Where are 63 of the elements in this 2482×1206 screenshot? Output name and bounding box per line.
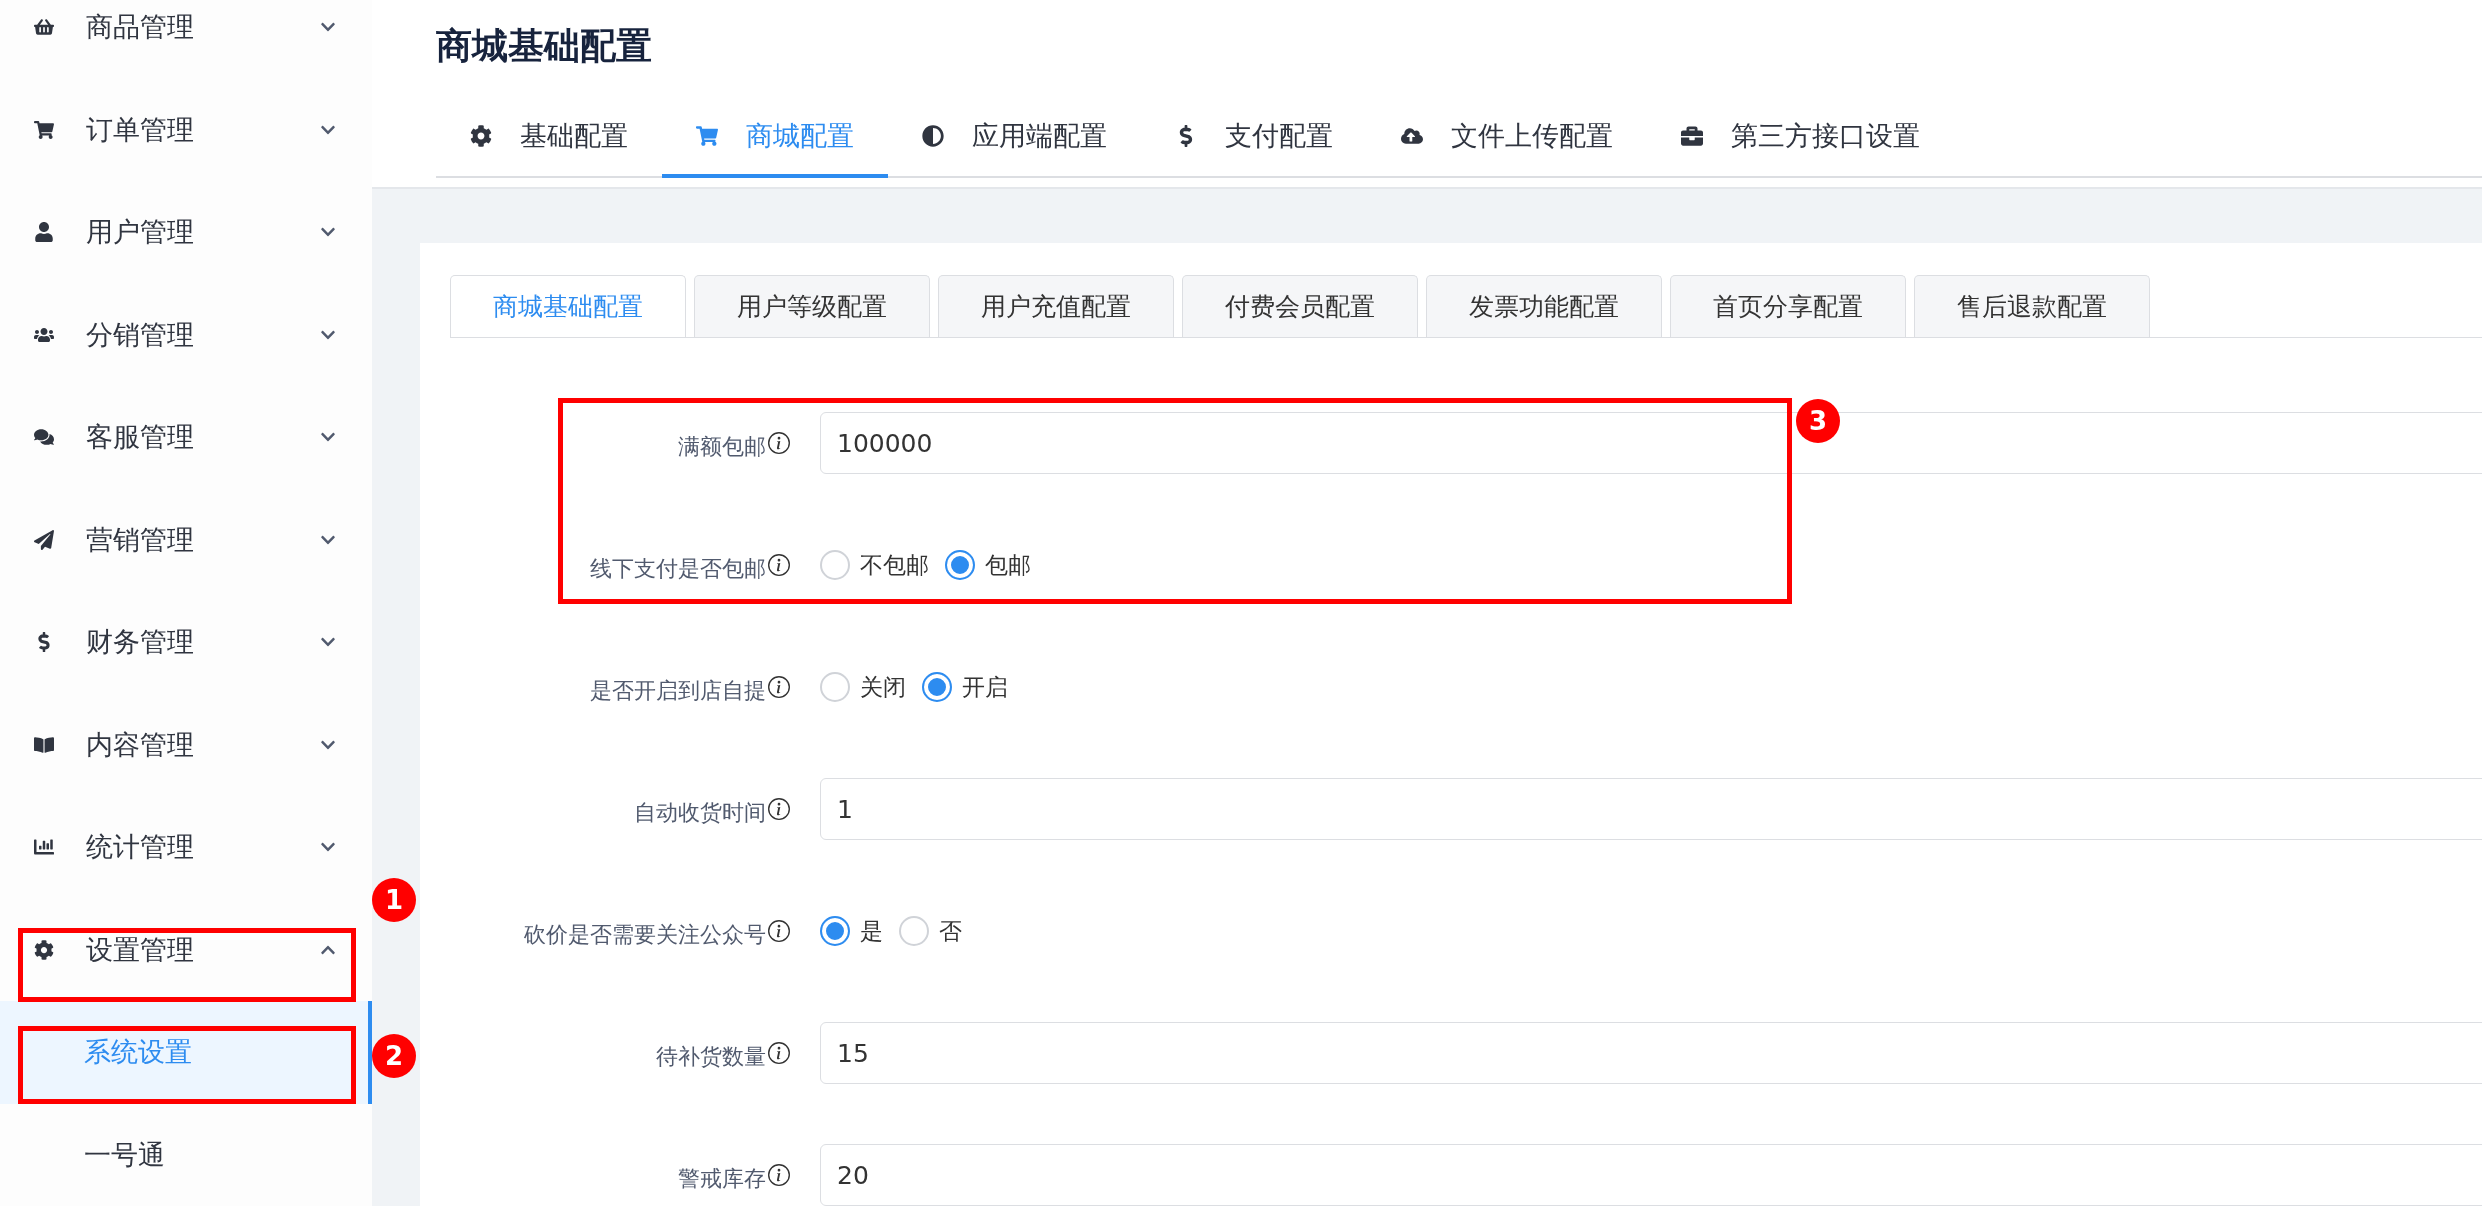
user-icon	[34, 222, 54, 243]
number-badge: 1	[372, 878, 416, 922]
sidebar-menu-item[interactable]: 内容管理	[0, 693, 372, 796]
radio-option[interactable]: 不包邮	[820, 549, 929, 581]
config-tab[interactable]: 第三方接口设置	[1647, 118, 1954, 178]
radio-option[interactable]: 否	[899, 915, 962, 947]
radio-option[interactable]: 是	[820, 915, 883, 947]
sidebar-menu-item[interactable]: 商品管理	[0, 0, 372, 79]
radio-option[interactable]: 开启	[922, 671, 1008, 703]
radio-option[interactable]: 关闭	[820, 671, 906, 703]
info-icon[interactable]	[768, 920, 790, 942]
config-tab[interactable]: 文件上传配置	[1367, 118, 1647, 178]
field-label: 自动收货时间	[634, 799, 766, 827]
sidebar-menu-item[interactable]: 统计管理	[0, 796, 372, 899]
field-label: 是否开启到店自提	[590, 677, 766, 705]
field-label: 待补货数量	[656, 1043, 766, 1071]
sub-tab[interactable]: 发票功能配置	[1426, 275, 1662, 337]
info-icon[interactable]	[768, 676, 790, 698]
radio-option[interactable]: 包邮	[945, 549, 1031, 581]
sub-tab[interactable]: 售后退款配置	[1914, 275, 2150, 337]
paper-plane-icon	[34, 529, 54, 550]
bar-chart-icon	[34, 837, 54, 858]
sub-tab[interactable]: 首页分享配置	[1670, 275, 1906, 337]
field-label: 砍价是否需要关注公众号	[524, 921, 766, 949]
info-icon[interactable]	[768, 554, 790, 576]
field-label: 线下支付是否包邮	[590, 555, 766, 583]
info-icon[interactable]	[768, 1164, 790, 1186]
cart-icon	[34, 119, 54, 140]
info-icon[interactable]	[768, 432, 790, 454]
sub-tab[interactable]: 付费会员配置	[1182, 275, 1418, 337]
sidebar-menu-item[interactable]: 分销管理	[0, 283, 372, 386]
settings-icon	[34, 939, 54, 960]
settings-icon	[470, 125, 492, 147]
info-icon[interactable]	[768, 1042, 790, 1064]
chat-icon	[34, 427, 54, 448]
sub-tab[interactable]: 用户等级配置	[694, 275, 930, 337]
cloud-upload-icon	[1401, 125, 1423, 147]
sidebar-menu-item[interactable]: 客服管理	[0, 386, 372, 489]
sidebar-submenu-item[interactable]: 一号通	[0, 1103, 372, 1206]
radio-icon[interactable]	[945, 550, 975, 580]
sub-tab[interactable]: 用户充值配置	[938, 275, 1174, 337]
sidebar-menu-item[interactable]: 设置管理	[0, 898, 372, 1001]
sidebar-menu-item[interactable]: 订单管理	[0, 78, 372, 181]
sidebar-menu-item[interactable]: 用户管理	[0, 181, 372, 284]
radio-icon[interactable]	[820, 916, 850, 946]
field-label: 满额包邮	[678, 433, 766, 461]
input-field[interactable]: 20	[820, 1144, 2482, 1206]
basket-icon	[34, 17, 54, 38]
number-badge: 2	[372, 1034, 416, 1078]
input-field[interactable]: 1	[820, 778, 2482, 840]
field-label: 警戒库存	[678, 1165, 766, 1193]
input-field[interactable]: 15	[820, 1022, 2482, 1084]
config-tab[interactable]: 基础配置	[436, 118, 662, 178]
info-icon[interactable]	[768, 798, 790, 820]
cart-icon	[696, 125, 718, 147]
config-tab[interactable]: 应用端配置	[888, 118, 1141, 178]
page-title: 商城基础配置	[436, 24, 653, 68]
sidebar-menu-item[interactable]: 财务管理	[0, 591, 372, 694]
sidebar-menu-item[interactable]: 营销管理	[0, 488, 372, 591]
book-icon	[34, 734, 54, 755]
config-tab[interactable]: 支付配置	[1141, 118, 1367, 178]
radio-icon[interactable]	[922, 672, 952, 702]
briefcase-icon	[1681, 125, 1703, 147]
